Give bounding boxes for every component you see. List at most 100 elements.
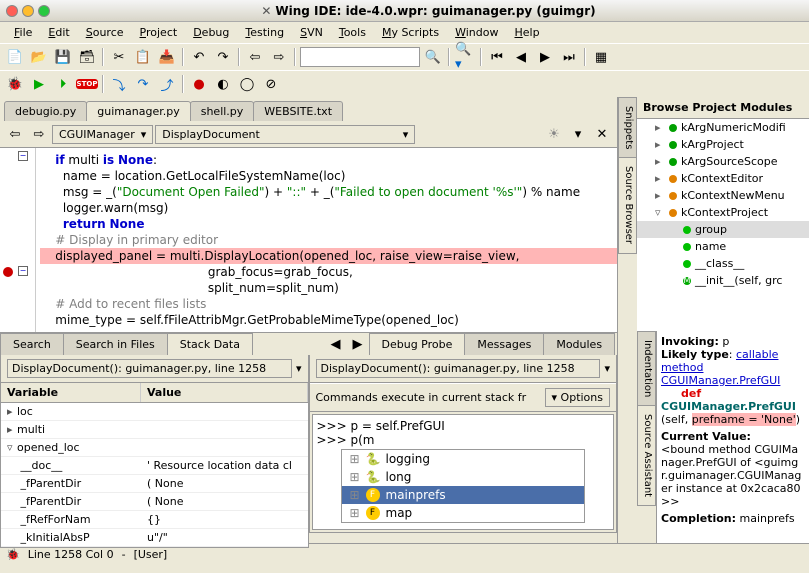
source-assistant-panel[interactable]: Invoking: p Likely type: callable method…	[657, 331, 809, 543]
redo-button[interactable]: ↷	[212, 46, 234, 68]
side-tab[interactable]: Source Browser	[618, 157, 637, 253]
menu-project[interactable]: Project	[132, 24, 186, 41]
tree-item[interactable]: ▸kContextNewMenu	[637, 187, 809, 204]
layout-button[interactable]: ▦	[590, 46, 612, 68]
close-window-button[interactable]	[6, 5, 18, 17]
tree-item[interactable]: group	[637, 221, 809, 238]
editor-gutter[interactable]	[0, 148, 36, 332]
vars-col-value[interactable]: Value	[141, 383, 308, 402]
probe-options-button[interactable]: ▾ Options	[545, 388, 610, 407]
quick-search-input[interactable]	[300, 47, 420, 67]
code-line[interactable]: # Add to recent files lists	[40, 296, 617, 312]
menu-help[interactable]: Help	[506, 24, 547, 41]
debug-bug-icon[interactable]: 🐞	[4, 73, 26, 95]
symbol-selector[interactable]: DisplayDocument▾	[155, 125, 415, 144]
maximize-window-button[interactable]	[38, 5, 50, 17]
breakpoint-enable-button[interactable]: ◯	[236, 73, 258, 95]
step-into-button[interactable]: ⤵	[108, 73, 130, 95]
debug-stop-button[interactable]: STOP	[76, 73, 98, 95]
code-line[interactable]: split_num=split_num)	[40, 280, 617, 296]
code-line[interactable]: return None	[40, 216, 617, 232]
tree-item[interactable]: ▸kArgNumericModifi	[637, 119, 809, 136]
editor-tab[interactable]: debugio.py	[4, 101, 87, 121]
breakpoint-toggle-button[interactable]: ●	[188, 73, 210, 95]
open-file-button[interactable]: 📂	[28, 46, 50, 68]
search-button[interactable]: 🔍	[422, 46, 444, 68]
bottom-tab[interactable]: Messages	[464, 333, 544, 355]
menu-source[interactable]: Source	[78, 24, 132, 41]
probe-nav-prev-button[interactable]: ◀	[325, 333, 347, 355]
doc-sun-icon[interactable]: ☀	[543, 123, 565, 145]
autocomplete-popup[interactable]: ⊞🐍logging⊞🐍long⊞Fmainprefs⊞Fmap	[341, 449, 586, 523]
undo-button[interactable]: ↶	[188, 46, 210, 68]
variable-row[interactable]: ▸multi	[1, 421, 308, 439]
go-forward-button[interactable]: ⇨	[268, 46, 290, 68]
doc-nav-back-button[interactable]: ⇦	[4, 123, 26, 145]
tree-item[interactable]: ▸kContextEditor	[637, 170, 809, 187]
tree-item[interactable]: M__init__(self, grc	[637, 272, 809, 289]
nav-next-button[interactable]: ▶	[534, 46, 556, 68]
code-line[interactable]: # Display in primary editor	[40, 232, 617, 248]
step-out-button[interactable]: ⤴	[156, 73, 178, 95]
variable-row[interactable]: __doc__' Resource location data cl	[1, 457, 308, 475]
completion-item[interactable]: ⊞Fmainprefs	[342, 486, 585, 504]
doc-menu-button[interactable]: ▾	[567, 123, 589, 145]
doc-close-button[interactable]: ✕	[591, 123, 613, 145]
menu-testing[interactable]: Testing	[237, 24, 292, 41]
menu-myscripts[interactable]: My Scripts	[374, 24, 447, 41]
copy-button[interactable]: 📋	[132, 46, 154, 68]
variable-row[interactable]: _fParentDir( None	[1, 475, 308, 493]
variable-row[interactable]: ▸loc	[1, 403, 308, 421]
variable-row[interactable]: ▿opened_loc	[1, 439, 308, 457]
symbol-link[interactable]: CGUIManager.PrefGUI	[661, 374, 780, 387]
bottom-tab[interactable]: Modules	[543, 333, 615, 355]
bottom-tab[interactable]: Search	[0, 333, 64, 355]
breakpoint-marker[interactable]	[3, 267, 13, 277]
breakpoint-clear-button[interactable]: ⊘	[260, 73, 282, 95]
fold-toggle-icon[interactable]: −	[18, 266, 28, 276]
code-line[interactable]: name = location.GetLocalFileSystemName(l…	[40, 168, 617, 184]
variable-row[interactable]: _fRefForNam{}	[1, 511, 308, 529]
minimize-window-button[interactable]	[22, 5, 34, 17]
save-all-button[interactable]: 🗃	[76, 46, 98, 68]
side-tab[interactable]: Indentation	[637, 331, 656, 406]
breakpoint-cond-button[interactable]: ◐	[212, 73, 234, 95]
paste-button[interactable]: 📥	[156, 46, 178, 68]
browse-tree[interactable]: ▸kArgNumericModifi▸kArgProject▸kArgSourc…	[637, 119, 809, 331]
class-selector[interactable]: CGUIManager▾	[52, 125, 153, 144]
variable-row[interactable]: _kInitialAbsPu"/"	[1, 529, 308, 547]
doc-nav-forward-button[interactable]: ⇨	[28, 123, 50, 145]
cut-button[interactable]: ✂	[108, 46, 130, 68]
bottom-tab[interactable]: Stack Data	[167, 333, 253, 355]
probe-frame-selector[interactable]: DisplayDocument(): guimanager.py, line 1…	[316, 359, 601, 378]
tree-item[interactable]: ▿kContextProject	[637, 204, 809, 221]
status-bug-icon[interactable]: 🐞	[6, 548, 20, 561]
code-line[interactable]: msg = _("Document Open Failed") + "::" +…	[40, 184, 617, 200]
probe-nav-next-button[interactable]: ▶	[347, 333, 369, 355]
debug-run-button[interactable]: ▶	[28, 73, 50, 95]
nav-prev-button[interactable]: ◀	[510, 46, 532, 68]
fold-toggle-icon[interactable]: −	[18, 151, 28, 161]
variables-view[interactable]: Variable Value ▸loc▸multi▿opened_loc __d…	[1, 383, 308, 547]
tree-item[interactable]: name	[637, 238, 809, 255]
editor-tab[interactable]: shell.py	[190, 101, 255, 121]
editor-tab[interactable]: guimanager.py	[86, 101, 190, 121]
code-line[interactable]: if multi is None:	[40, 152, 617, 168]
vars-col-variable[interactable]: Variable	[1, 383, 141, 402]
code-line[interactable]: logger.warn(msg)	[40, 200, 617, 216]
stack-frame-selector[interactable]: DisplayDocument(): guimanager.py, line 1…	[7, 359, 292, 378]
new-file-button[interactable]: 📄	[4, 46, 26, 68]
code-line[interactable]: grab_focus=grab_focus,	[40, 264, 617, 280]
menu-debug[interactable]: Debug	[185, 24, 237, 41]
completion-item[interactable]: ⊞Fmap	[342, 504, 585, 522]
menu-tools[interactable]: Tools	[331, 24, 374, 41]
completion-item[interactable]: ⊞🐍logging	[342, 450, 585, 468]
side-tab[interactable]: Snippets	[618, 97, 637, 158]
bottom-tab[interactable]: Debug Probe	[369, 333, 466, 355]
editor-tab[interactable]: WEBSITE.txt	[253, 101, 343, 121]
go-back-button[interactable]: ⇦	[244, 46, 266, 68]
code-line[interactable]: mime_type = self.fFileAttribMgr.GetProba…	[40, 312, 617, 328]
save-button[interactable]: 💾	[52, 46, 74, 68]
variable-row[interactable]: _fParentDir( None	[1, 493, 308, 511]
debug-continue-button[interactable]: ⏵	[52, 73, 74, 95]
